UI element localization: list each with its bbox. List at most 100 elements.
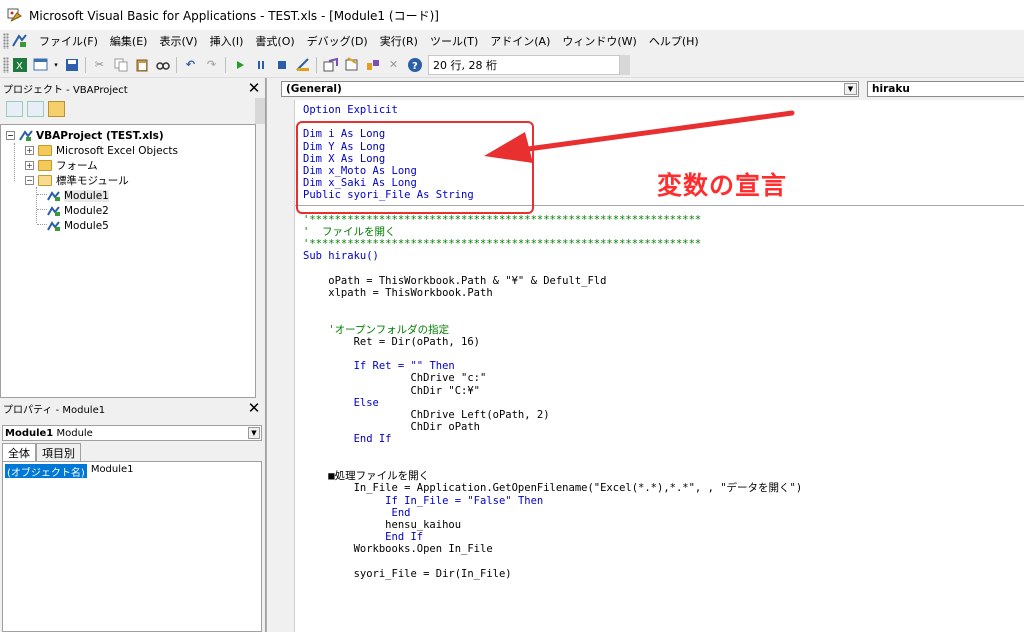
tree-item-excel-objects[interactable]: + Microsoft Excel Objects: [25, 143, 178, 158]
toolbar-separator: [85, 56, 86, 73]
properties-grid: (オブジェクト名) Module1: [2, 461, 262, 632]
menu-bar: ファイル(F) 編集(E) 表示(V) 挿入(I) 書式(O) デバッグ(D) …: [0, 30, 1024, 52]
menu-grip-icon[interactable]: [3, 33, 9, 49]
reset-icon[interactable]: [272, 56, 291, 74]
code-window-header: (General) ▼ hiraku: [273, 78, 1024, 100]
object-selector[interactable]: Module1 Module ▼: [2, 425, 262, 441]
menu-file[interactable]: ファイル(F): [33, 33, 104, 49]
tree-item-standard-modules[interactable]: − 標準モジュール: [25, 173, 129, 188]
folder-icon: [38, 145, 52, 156]
code-line: In_File = Application.GetOpenFilename("E…: [303, 482, 803, 495]
view-object-icon[interactable]: [27, 101, 44, 117]
paste-icon[interactable]: [132, 56, 151, 74]
code-comment: 'オープンフォルダの指定: [303, 323, 450, 336]
close-icon[interactable]: ✕: [245, 79, 263, 97]
project-explorer-title: プロジェクト - VBAProject: [3, 84, 128, 96]
tree-item-label: VBAProject (TEST.xls): [36, 129, 164, 142]
copy-icon[interactable]: [111, 56, 130, 74]
menu-view[interactable]: 表示(V): [153, 33, 203, 49]
expand-icon[interactable]: +: [25, 161, 34, 170]
excel-icon[interactable]: X: [10, 56, 29, 74]
menu-run[interactable]: 実行(R): [374, 33, 424, 49]
tree-connector: [14, 143, 15, 181]
toggle-folders-icon[interactable]: [48, 101, 65, 117]
design-mode-icon[interactable]: [293, 56, 312, 74]
menu-window[interactable]: ウィンドウ(W): [556, 33, 642, 49]
project-explorer-header: プロジェクト - VBAProject ✕: [0, 78, 265, 98]
tree-item-module2[interactable]: Module2: [47, 203, 109, 218]
code-comment: '***************************************…: [303, 238, 702, 251]
close-icon[interactable]: ✕: [245, 399, 263, 417]
toolbar-options-button[interactable]: [620, 54, 630, 75]
insert-userform-icon[interactable]: [31, 56, 50, 74]
toolbar-separator: [316, 56, 317, 73]
code-line: Workbooks.Open In_File: [303, 543, 493, 556]
code-comment: '***************************************…: [303, 213, 702, 226]
expand-icon[interactable]: +: [25, 146, 34, 155]
code-line: Option Explicit: [303, 104, 398, 116]
menu-help[interactable]: ヘルプ(H): [643, 33, 705, 49]
tree-item-module5[interactable]: Module5: [47, 218, 109, 233]
pane-splitter[interactable]: [266, 78, 273, 632]
properties-title: プロパティ - Module1: [3, 404, 106, 416]
property-row-name[interactable]: (オブジェクト名) Module1: [5, 464, 134, 479]
find-icon[interactable]: [153, 56, 172, 74]
project-explorer-icon[interactable]: [321, 56, 340, 74]
project-explorer-pane: プロジェクト - VBAProject ✕ − VBAProject (TEST…: [0, 78, 266, 398]
menu-debug[interactable]: デバッグ(D): [301, 33, 374, 49]
menu-insert[interactable]: 挿入(I): [204, 33, 250, 49]
code-line: ChDrive Left(oPath, 2): [303, 409, 550, 422]
tab-categorized[interactable]: 項目別: [36, 443, 81, 461]
svg-text:X: X: [16, 61, 23, 72]
tree-item-forms[interactable]: + フォーム: [25, 158, 98, 173]
project-tree: − VBAProject (TEST.xls) + Microsoft Exce…: [0, 124, 256, 398]
object-combo[interactable]: (General) ▼: [281, 81, 859, 97]
code-comment: ' ファイルを開く: [303, 226, 396, 239]
code-margin-bar[interactable]: [273, 100, 295, 632]
menu-addins[interactable]: アドイン(A): [484, 33, 556, 49]
code-line: ChDrive "c:": [303, 372, 487, 385]
toolbar-separator: [225, 56, 226, 73]
tree-item-module1[interactable]: Module1: [47, 188, 109, 203]
object-combo-value: (General): [286, 83, 342, 95]
collapse-icon[interactable]: −: [6, 131, 15, 140]
tree-item-label: Module2: [64, 204, 109, 217]
help-icon[interactable]: ?: [405, 56, 424, 74]
properties-window-icon[interactable]: [342, 56, 361, 74]
redo-icon[interactable]: ↷: [202, 56, 221, 74]
undo-icon[interactable]: ↶: [181, 56, 200, 74]
standard-toolbar: X ▾ ✂ ↶ ↷ ✕ ? 20 行, 28 桁: [0, 52, 1024, 78]
cut-icon[interactable]: ✂: [90, 56, 109, 74]
menu-tools[interactable]: ツール(T): [424, 33, 484, 49]
project-toolbar-scroll[interactable]: [255, 98, 265, 124]
menu-format[interactable]: 書式(O): [249, 33, 300, 49]
code-line: Sub hiraku(): [303, 250, 379, 263]
menu-edit[interactable]: 編集(E): [104, 33, 154, 49]
break-icon[interactable]: [251, 56, 270, 74]
chevron-down-icon[interactable]: ▼: [248, 427, 260, 439]
toolbox-icon[interactable]: ✕: [384, 56, 403, 74]
dropdown-arrow-icon[interactable]: ▾: [52, 56, 60, 74]
run-icon[interactable]: [230, 56, 249, 74]
tree-connector: [37, 209, 47, 210]
property-value[interactable]: Module1: [87, 464, 134, 478]
vba-editor-window: Microsoft Visual Basic for Applications …: [0, 0, 1024, 632]
tree-connector: [37, 194, 47, 195]
tree-item-label: Module5: [64, 219, 109, 232]
code-line: syori_File = Dir(In_File): [303, 567, 512, 580]
vba-menu-icon[interactable]: [11, 32, 29, 50]
tab-alphabetic[interactable]: 全体: [2, 443, 36, 461]
procedure-combo[interactable]: hiraku: [867, 81, 1024, 97]
code-line: Ret = Dir(oPath, 16): [303, 335, 481, 348]
view-code-icon[interactable]: [6, 101, 23, 117]
code-line: End If: [303, 433, 392, 446]
object-browser-icon[interactable]: [363, 56, 382, 74]
object-name: Module1: [5, 427, 54, 439]
collapse-icon[interactable]: −: [25, 176, 34, 185]
code-line: ■処理ファイルを開く: [303, 470, 430, 483]
folder-icon: [38, 160, 52, 171]
save-icon[interactable]: [62, 56, 81, 74]
tree-item-vbaproject[interactable]: − VBAProject (TEST.xls): [6, 128, 164, 143]
chevron-down-icon[interactable]: ▼: [844, 83, 857, 95]
toolbar-grip-icon[interactable]: [3, 56, 9, 73]
